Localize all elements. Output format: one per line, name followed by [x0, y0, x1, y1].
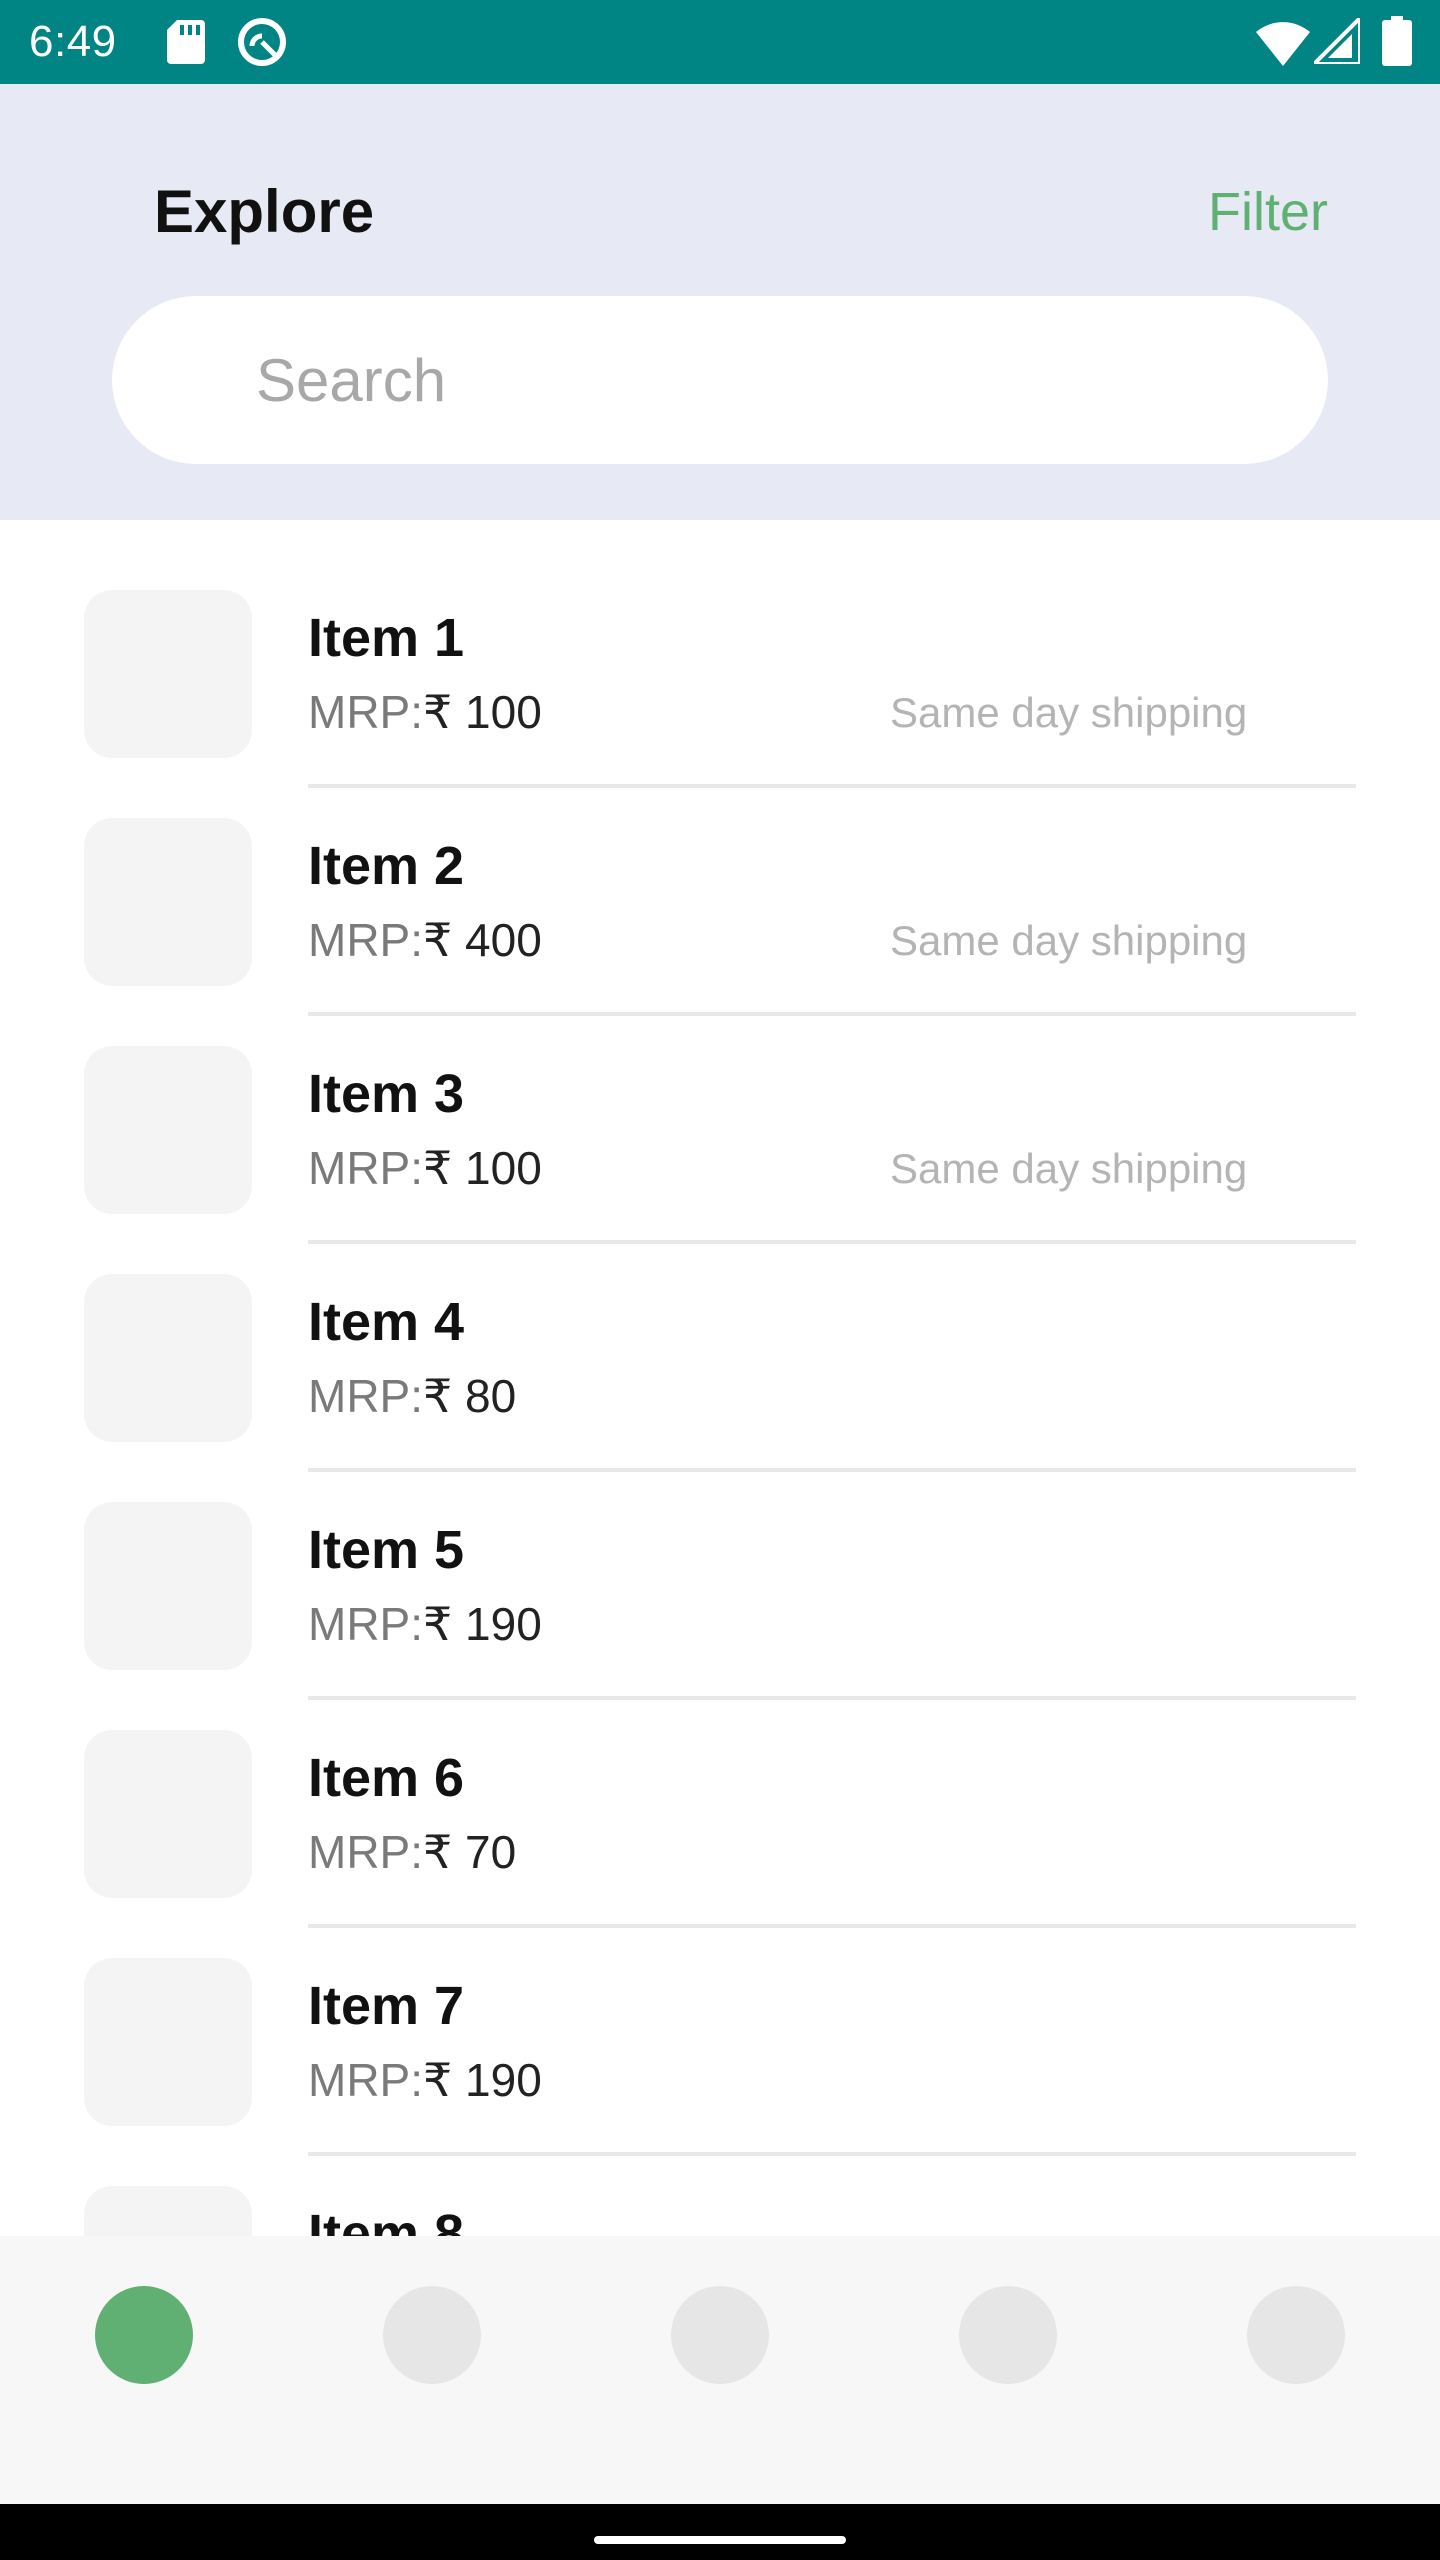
item-name: Item 5	[308, 1520, 465, 1580]
price-label: MRP:	[308, 1598, 423, 1650]
price-value: ₹ 100	[423, 1142, 542, 1194]
system-nav-bar	[0, 2504, 1440, 2560]
list-item[interactable]: Item 2 MRP:₹ 400 Same day shipping	[0, 748, 1440, 1016]
price-label: MRP:	[308, 2054, 423, 2106]
status-bar: 6:49	[0, 0, 1440, 84]
price-value: ₹ 80	[423, 1370, 517, 1422]
nav-item-1[interactable]	[95, 2286, 193, 2384]
price-label: MRP:	[308, 686, 423, 738]
cast-icon	[238, 18, 286, 66]
list-item[interactable]: Item 8	[0, 2116, 1440, 2236]
item-price: MRP:₹ 80	[308, 1368, 516, 1424]
item-price: MRP:₹ 190	[308, 1596, 542, 1652]
item-thumbnail	[84, 2186, 252, 2236]
price-label: MRP:	[308, 1142, 423, 1194]
bottom-nav	[0, 2236, 1440, 2504]
nav-item-5[interactable]	[1247, 2286, 1345, 2384]
search-box[interactable]	[112, 296, 1328, 464]
page-title: Explore	[154, 178, 375, 245]
list-item[interactable]: Item 3 MRP:₹ 100 Same day shipping	[0, 976, 1440, 1244]
price-value: ₹ 100	[423, 686, 542, 738]
price-value: ₹ 70	[423, 1826, 517, 1878]
item-price: MRP:₹ 400	[308, 912, 542, 968]
shipping-badge: Same day shipping	[890, 1145, 1248, 1192]
filter-button[interactable]: Filter	[1208, 176, 1328, 248]
item-thumbnail	[84, 818, 252, 986]
item-name: Item 7	[308, 1976, 465, 2036]
header: Explore Filter	[0, 84, 1440, 520]
nav-item-4[interactable]	[959, 2286, 1057, 2384]
wifi-icon	[1256, 22, 1310, 66]
nav-item-2[interactable]	[383, 2286, 481, 2384]
item-thumbnail	[84, 1274, 252, 1442]
item-name: Item 8	[308, 2204, 465, 2236]
list-item[interactable]: Item 5 MRP:₹ 190	[0, 1432, 1440, 1700]
list-item[interactable]: Item 4 MRP:₹ 80	[0, 1204, 1440, 1472]
price-label: MRP:	[308, 914, 423, 966]
price-value: ₹ 400	[423, 914, 542, 966]
item-name: Item 4	[308, 1292, 465, 1352]
search-input[interactable]	[256, 296, 1256, 464]
shipping-badge: Same day shipping	[890, 917, 1248, 964]
list-item[interactable]: Item 1 MRP:₹ 100 Same day shipping	[0, 520, 1440, 788]
battery-icon	[1382, 16, 1412, 66]
list-item[interactable]: Item 6 MRP:₹ 70	[0, 1660, 1440, 1928]
shipping-badge: Same day shipping	[890, 689, 1248, 736]
item-name: Item 6	[308, 1748, 465, 1808]
item-thumbnail	[84, 1046, 252, 1214]
signal-icon	[1314, 18, 1360, 64]
item-name: Item 2	[308, 836, 465, 896]
item-thumbnail	[84, 1502, 252, 1670]
item-thumbnail	[84, 590, 252, 758]
item-thumbnail	[84, 1730, 252, 1898]
item-price: MRP:₹ 190	[308, 2052, 542, 2108]
product-list[interactable]: Item 1 MRP:₹ 100 Same day shipping Item …	[0, 520, 1440, 2236]
list-item[interactable]: Item 7 MRP:₹ 190	[0, 1888, 1440, 2156]
sd-card-icon	[167, 20, 205, 64]
price-value: ₹ 190	[423, 1598, 542, 1650]
item-price: MRP:₹ 70	[308, 1824, 516, 1880]
item-price: MRP:₹ 100	[308, 1140, 542, 1196]
home-indicator[interactable]	[594, 2536, 846, 2544]
price-label: MRP:	[308, 1826, 423, 1878]
item-price: MRP:₹ 100	[308, 684, 542, 740]
item-thumbnail	[84, 1958, 252, 2126]
item-name: Item 3	[308, 1064, 465, 1124]
status-time: 6:49	[29, 17, 117, 66]
price-value: ₹ 190	[423, 2054, 542, 2106]
item-name: Item 1	[308, 608, 465, 668]
price-label: MRP:	[308, 1370, 423, 1422]
nav-item-3[interactable]	[671, 2286, 769, 2384]
